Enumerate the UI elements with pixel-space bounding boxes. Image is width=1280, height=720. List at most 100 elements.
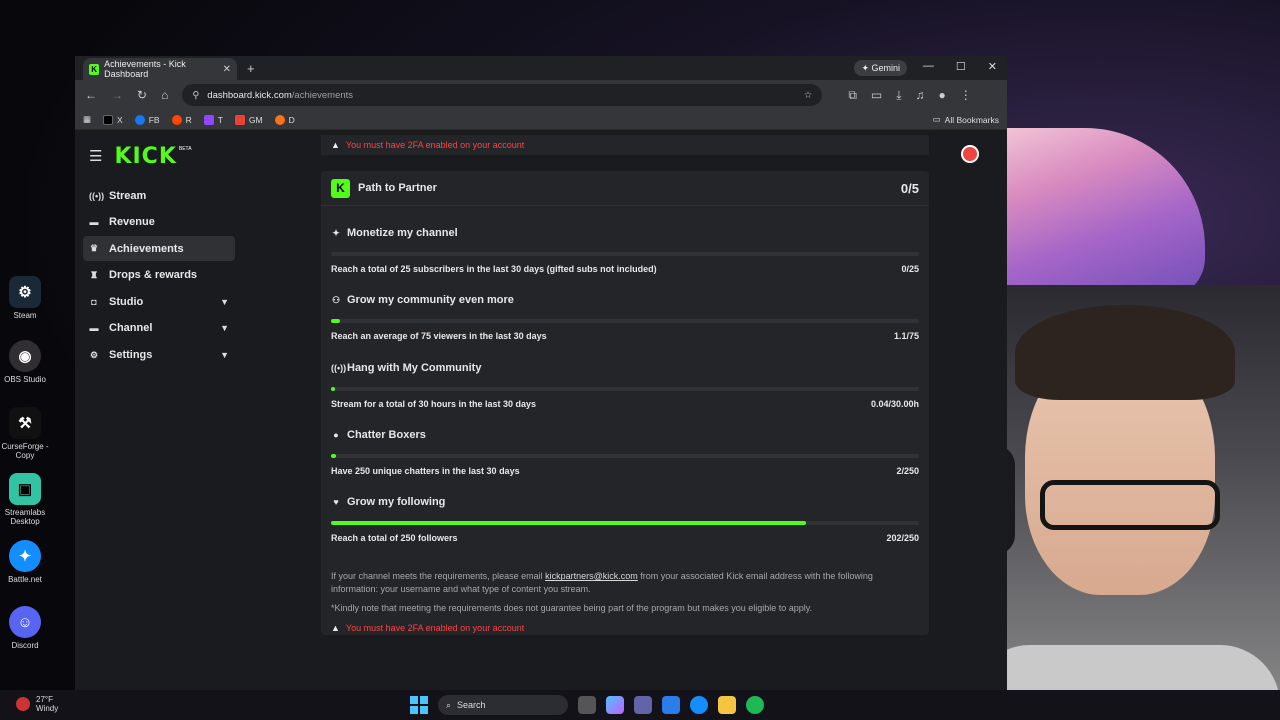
menu-icon[interactable]: ⋮ — [960, 88, 972, 102]
sidebar-item-achievements[interactable]: ♛ Achievements — [83, 236, 235, 262]
sidebar-nav: ((•)) Stream ▬ Revenue ♛ Achievements ♜ Drop… — [75, 183, 243, 368]
sidebar-item-stream[interactable]: ((•)) Stream — [83, 183, 235, 208]
sidebar-item-channel[interactable]: ▬ Channel ▼ — [83, 316, 235, 341]
home-icon[interactable]: ⌂ — [161, 88, 168, 102]
back-icon[interactable]: ← — [85, 88, 97, 102]
progress-bar — [331, 252, 919, 256]
achievement-item: ● Chatter Boxers Have 250 unique chatters … — [321, 408, 929, 476]
cast-icon[interactable]: ▭ — [871, 88, 882, 102]
eligibility-note: *Kindly note that meeting the requiremen… — [331, 603, 813, 614]
twitch-icon — [203, 114, 214, 125]
achievement-title: ((•)) Hang with My Community — [331, 361, 482, 374]
search-icon: ⌕ — [446, 699, 452, 710]
weather-icon — [16, 697, 30, 711]
taskbar: 27°F Windy ⌕ Search — [0, 690, 1280, 720]
achievement-title: ⚇ Grow my community even more — [331, 294, 514, 307]
media-icon[interactable]: ♫ — [916, 88, 925, 102]
bookmark-r[interactable]: R — [171, 114, 192, 125]
tab-achievements[interactable]: K Achievements - Kick Dashboard ✕ — [83, 58, 237, 80]
maximize-icon[interactable]: ☐ — [956, 60, 966, 73]
kick-dashboard-page: ☰ KICK BETA ((•)) Stream ▬ Revenue ♛ Achiev… — [75, 135, 1007, 690]
kick-logo[interactable]: KICK — [114, 144, 176, 169]
progress-bar — [331, 521, 919, 526]
progress-fill — [331, 319, 340, 324]
bookmark-t[interactable]: T — [203, 114, 223, 125]
task-view-icon[interactable] — [578, 696, 596, 714]
achievement-item: ✦ Monetize my channel Reach a total of 25 … — [321, 206, 929, 274]
trophy-icon: ♛ — [89, 243, 99, 254]
bookmark-gm[interactable]: GM — [234, 114, 263, 125]
battlenet-icon: ✦ — [9, 540, 41, 572]
glasses — [1040, 480, 1220, 530]
sidebar-item-drops[interactable]: ♜ Drops & rewards — [83, 263, 235, 288]
tab-bar: K Achievements - Kick Dashboard ✕ + ✦ Ge… — [75, 56, 1007, 80]
broadcast-icon: ((•)) — [331, 362, 347, 373]
sidebar-item-revenue[interactable]: ▬ Revenue — [83, 210, 235, 235]
all-bookmarks[interactable]: ▭ All Bookmarks — [933, 114, 999, 125]
heart-icon: ♥ — [333, 497, 339, 508]
file-explorer-icon[interactable] — [718, 696, 736, 714]
desktop-icon-curseforge[interactable]: ⚒ CurseForge - Copy — [0, 407, 50, 460]
sidebar-item-studio[interactable]: ◘ Studio ▼ — [83, 289, 235, 314]
main-content: ▲ You must have 2FA enabled on your acco… — [321, 135, 929, 636]
spotify-icon[interactable] — [746, 696, 764, 714]
desktop-icon-battlenet[interactable]: ✦ Battle.net — [0, 540, 50, 584]
email-link[interactable]: kickpartners@kick.com — [545, 571, 638, 581]
address-bar-row: ← → ↻ ⌂ ⚲ dashboard.kick.com/achievement… — [75, 80, 1007, 110]
warning-banner-top: ▲ You must have 2FA enabled on your acco… — [321, 135, 929, 155]
achievement-item: ((•)) Hang with My Community Stream for a … — [321, 341, 929, 409]
new-tab-icon[interactable]: + — [247, 61, 255, 76]
gemini-button[interactable]: ✦ Gemini — [854, 60, 907, 76]
card-footer: If your channel meets the requirements, … — [321, 560, 929, 635]
forward-icon[interactable]: → — [111, 88, 123, 102]
desktop-icon-discord[interactable]: ☺ Discord — [0, 606, 50, 650]
bookmark-d[interactable]: D — [274, 114, 295, 125]
streamlabs-icon: ▣ — [9, 473, 41, 505]
achievement-value: 202/250 — [886, 533, 919, 544]
discord-icon: ☺ — [9, 606, 41, 638]
progress-bar — [331, 453, 919, 458]
minimize-icon[interactable]: — — [923, 60, 934, 73]
reddit-icon — [171, 114, 182, 125]
warning-icon: ▲ — [331, 623, 340, 634]
beta-badge: BETA — [178, 146, 192, 152]
star-icon[interactable]: ☆ — [804, 90, 813, 101]
apps-icon[interactable]: ▦ — [83, 114, 91, 125]
browser-window: K Achievements - Kick Dashboard ✕ + ✦ Ge… — [75, 56, 1007, 690]
gmail-icon — [234, 114, 245, 125]
weather-widget[interactable]: 27°F Windy — [16, 695, 58, 713]
x-icon — [103, 114, 114, 125]
profile-icon[interactable]: ● — [939, 88, 946, 102]
achievement-title: ♥ Grow my following — [331, 496, 445, 508]
kick-favicon-icon: K — [89, 63, 100, 75]
close-tab-icon[interactable]: ✕ — [223, 64, 231, 75]
hamburger-icon[interactable]: ☰ — [89, 147, 102, 165]
url-field[interactable]: ⚲ dashboard.kick.com/achievements ☆ — [182, 84, 823, 106]
desktop-icon-streamlabs[interactable]: ▣ Streamlabs Desktop — [0, 473, 50, 526]
facebook-icon — [134, 114, 145, 125]
windows-start-icon[interactable] — [410, 696, 428, 714]
desktop-icon-obs[interactable]: ◉ OBS Studio — [0, 340, 50, 384]
copilot-icon[interactable] — [606, 696, 624, 714]
teams-icon[interactable] — [634, 696, 652, 714]
warning-banner-bottom: ▲ You must have 2FA enabled on your acco… — [331, 623, 525, 634]
reload-icon[interactable]: ↻ — [137, 88, 147, 102]
progress-bar — [331, 386, 919, 391]
bookmark-x[interactable]: X — [103, 114, 123, 125]
bookmark-fb[interactable]: FB — [134, 114, 160, 125]
d-icon — [274, 114, 285, 125]
sidebar-item-settings[interactable]: ⚙ Settings ▼ — [83, 343, 235, 368]
steam-icon: ⚙ — [9, 276, 41, 308]
tab-title: Achievements - Kick Dashboard — [104, 59, 186, 79]
achievement-item: ♥ Grow my following Reach a total of 250 f… — [321, 475, 929, 544]
desktop-icon-steam[interactable]: ⚙ Steam — [0, 276, 50, 320]
close-window-icon[interactable]: ✕ — [988, 60, 997, 73]
site-info-icon[interactable]: ⚲ — [192, 90, 199, 101]
download-icon[interactable]: ⤓ — [896, 88, 901, 103]
taskbar-search[interactable]: ⌕ Search — [438, 695, 568, 715]
user-avatar[interactable] — [961, 145, 979, 163]
obs-icon: ◉ — [9, 340, 41, 372]
extensions-icon[interactable]: ⧉ — [848, 88, 857, 103]
battlenet-taskbar-icon[interactable] — [690, 696, 708, 714]
store-icon[interactable] — [662, 696, 680, 714]
